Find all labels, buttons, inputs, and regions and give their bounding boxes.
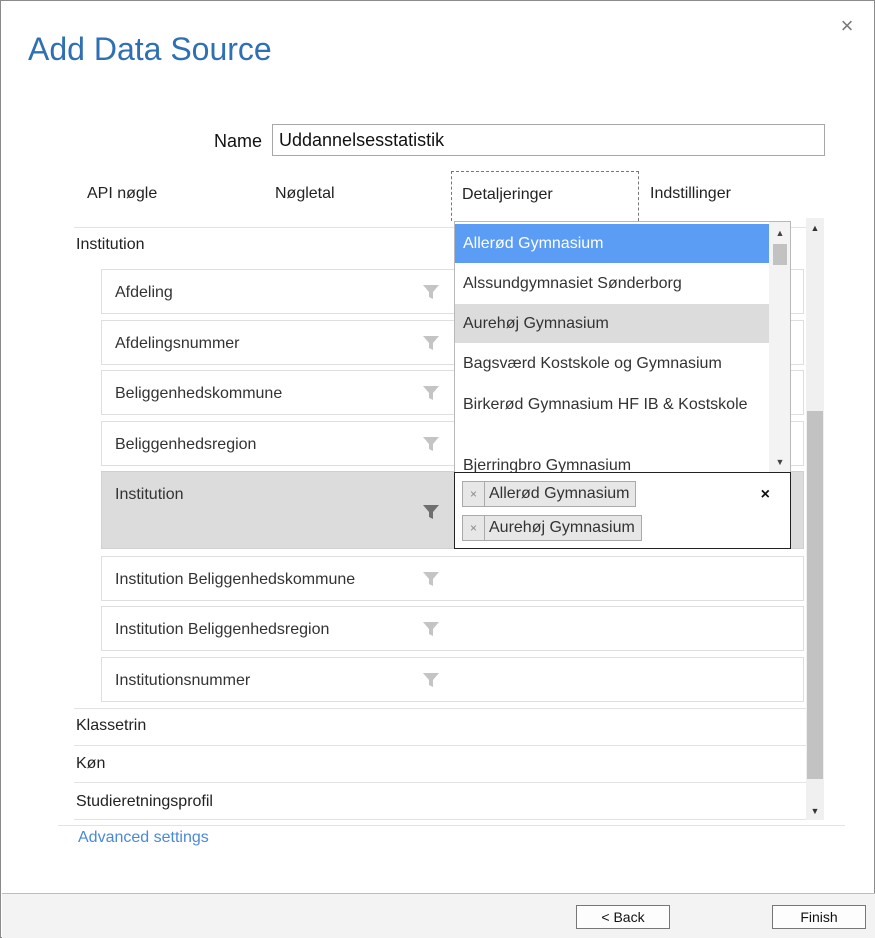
field-label: Beliggenhedskommune	[115, 385, 283, 402]
clear-all-icon[interactable]: ×	[761, 486, 770, 504]
divider	[74, 745, 806, 746]
group-klassetrin[interactable]: Klassetrin	[76, 717, 146, 735]
field-label: Institutionsnummer	[115, 672, 251, 689]
scroll-down-icon[interactable]: ▼	[806, 803, 824, 819]
filter-icon[interactable]	[422, 384, 440, 402]
back-button[interactable]: < Back	[576, 905, 670, 929]
dropdown-option[interactable]: Alssundgymnasiet Sønderborg	[455, 264, 769, 303]
institution-multiselect[interactable]: × Allerød Gymnasium × Aurehøj Gymnasium …	[454, 472, 791, 549]
footer-bar	[2, 894, 875, 938]
institution-dropdown-list[interactable]: Allerød Gymnasium Alssundgymnasiet Sønde…	[454, 221, 791, 473]
group-kon[interactable]: Køn	[76, 755, 105, 773]
group-institution[interactable]: Institution	[76, 236, 144, 254]
dropdown-option[interactable]: Bjerringbro Gymnasium	[455, 453, 769, 472]
tab-api-nogle[interactable]: API nøgle	[87, 185, 157, 203]
tag-remove-icon[interactable]: ×	[463, 516, 485, 540]
filter-icon[interactable]	[422, 435, 440, 453]
tag-remove-icon[interactable]: ×	[463, 482, 485, 506]
scroll-up-icon[interactable]: ▲	[806, 220, 824, 236]
field-label: Afdeling	[115, 284, 173, 301]
add-data-source-dialog: × Add Data Source Name API nøgle Nøgleta…	[0, 0, 875, 938]
panel-scrollbar-thumb[interactable]	[807, 411, 823, 779]
field-label: Institution Beliggenhedsregion	[115, 621, 330, 638]
dropdown-option[interactable]: Allerød Gymnasium	[455, 224, 769, 263]
divider	[58, 825, 845, 826]
filter-icon[interactable]	[422, 283, 440, 301]
close-icon[interactable]: ×	[838, 15, 856, 37]
dropdown-scroll-down-icon[interactable]: ▼	[769, 454, 790, 470]
selected-tag: × Aurehøj Gymnasium	[462, 515, 642, 541]
divider	[74, 708, 806, 709]
dropdown-option[interactable]: Bagsværd Kostskole og Gymnasium	[455, 344, 769, 383]
dropdown-option[interactable]: Birkerød Gymnasium HF IB & Kostskole	[455, 386, 769, 444]
tab-detaljeringer[interactable]: Detaljeringer	[451, 171, 639, 221]
tab-detaljeringer-label: Detaljeringer	[462, 186, 553, 203]
name-input[interactable]	[272, 124, 825, 156]
dropdown-scrollbar-thumb[interactable]	[773, 244, 787, 265]
field-institution-beliggenhedskommune[interactable]: Institution Beliggenhedskommune	[101, 556, 804, 601]
field-label: Beliggenhedsregion	[115, 436, 257, 453]
tab-indstillinger[interactable]: Indstillinger	[650, 185, 731, 203]
field-institution-beliggenhedsregion[interactable]: Institution Beliggenhedsregion	[101, 606, 804, 651]
filter-icon[interactable]	[422, 620, 440, 638]
filter-icon[interactable]	[422, 503, 440, 521]
field-label: Institution	[115, 486, 184, 503]
dropdown-option[interactable]: Aurehøj Gymnasium	[455, 304, 769, 343]
selected-tag: × Allerød Gymnasium	[462, 481, 637, 507]
tab-nogletal[interactable]: Nøgletal	[275, 185, 335, 203]
filter-icon[interactable]	[422, 570, 440, 588]
field-label: Institution Beliggenhedskommune	[115, 571, 356, 588]
filter-icon[interactable]	[422, 334, 440, 352]
advanced-settings-link[interactable]: Advanced settings	[78, 829, 209, 847]
finish-button[interactable]: Finish	[772, 905, 866, 929]
filter-icon[interactable]	[422, 671, 440, 689]
dialog-title: Add Data Source	[28, 31, 272, 67]
divider	[74, 819, 806, 820]
tag-label: Allerød Gymnasium	[489, 485, 630, 502]
footer-divider	[2, 893, 875, 894]
group-studieretningsprofil[interactable]: Studieretningsprofil	[76, 793, 213, 811]
field-label: Afdelingsnummer	[115, 335, 240, 352]
dropdown-scroll-up-icon[interactable]: ▲	[769, 225, 790, 241]
tag-label: Aurehøj Gymnasium	[489, 519, 635, 536]
name-label: Name	[214, 131, 263, 151]
divider	[74, 782, 806, 783]
field-institutionsnummer[interactable]: Institutionsnummer	[101, 657, 804, 702]
